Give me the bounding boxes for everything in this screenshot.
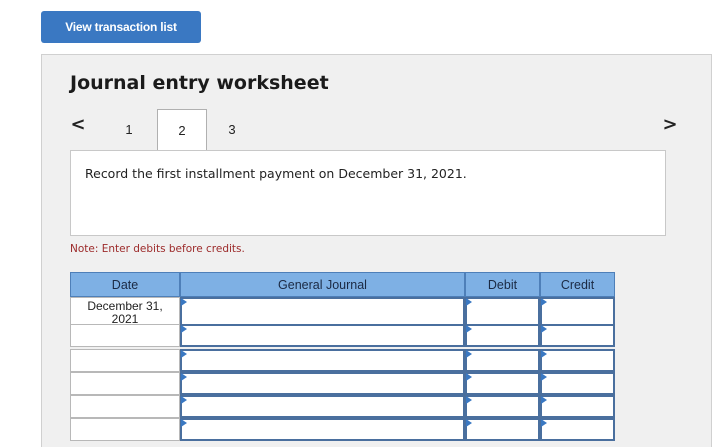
general-journal-input[interactable]	[180, 349, 465, 372]
debit-input[interactable]	[465, 395, 540, 418]
dropdown-marker-icon	[541, 298, 547, 306]
credit-input[interactable]	[540, 297, 615, 327]
worksheet-title: Journal entry worksheet	[70, 72, 329, 94]
tab-1[interactable]: 1	[104, 109, 154, 150]
dropdown-marker-icon	[541, 396, 547, 404]
general-journal-input[interactable]	[180, 372, 465, 395]
date-cell	[70, 324, 180, 347]
debit-input[interactable]	[465, 324, 540, 347]
credit-input[interactable]	[540, 372, 615, 395]
dropdown-marker-icon	[466, 325, 472, 333]
dropdown-marker-icon	[466, 373, 472, 381]
date-cell	[70, 395, 180, 418]
debit-input[interactable]	[465, 349, 540, 372]
credit-input[interactable]	[540, 349, 615, 372]
dropdown-marker-icon	[466, 298, 472, 306]
dropdown-marker-icon	[541, 325, 547, 333]
header-debit: Debit	[465, 272, 540, 297]
dropdown-marker-icon	[466, 350, 472, 358]
chevron-right-icon[interactable]: >	[660, 114, 680, 135]
debit-input[interactable]	[465, 418, 540, 441]
general-journal-input[interactable]	[180, 418, 465, 441]
credit-input[interactable]	[540, 395, 615, 418]
dropdown-marker-icon	[466, 419, 472, 427]
header-general-journal: General Journal	[180, 272, 465, 297]
general-journal-input[interactable]	[180, 297, 465, 327]
dropdown-marker-icon	[181, 350, 187, 358]
dropdown-marker-icon	[181, 419, 187, 427]
debit-input[interactable]	[465, 297, 540, 327]
general-journal-input[interactable]	[180, 324, 465, 347]
credit-input[interactable]	[540, 418, 615, 441]
debit-input[interactable]	[465, 372, 540, 395]
dropdown-marker-icon	[181, 396, 187, 404]
date-cell	[70, 372, 180, 395]
general-journal-input[interactable]	[180, 395, 465, 418]
dropdown-marker-icon	[466, 396, 472, 404]
dropdown-marker-icon	[541, 373, 547, 381]
date-cell	[70, 418, 180, 441]
chevron-left-icon[interactable]: <	[68, 114, 88, 135]
tab-2[interactable]: 2	[157, 109, 207, 151]
tab-3[interactable]: 3	[207, 109, 257, 150]
dropdown-marker-icon	[541, 419, 547, 427]
instruction-box: Record the first installment payment on …	[70, 150, 666, 236]
dropdown-marker-icon	[181, 298, 187, 306]
header-credit: Credit	[540, 272, 615, 297]
date-cell	[70, 349, 180, 372]
credit-input[interactable]	[540, 324, 615, 347]
dropdown-marker-icon	[541, 350, 547, 358]
date-cell: December 31, 2021	[70, 297, 180, 327]
instruction-text: Record the first installment payment on …	[85, 166, 467, 181]
note-text: Note: Enter debits before credits.	[70, 243, 245, 255]
dropdown-marker-icon	[181, 325, 187, 333]
dropdown-marker-icon	[181, 373, 187, 381]
view-transaction-list-button[interactable]: View transaction list	[41, 11, 201, 43]
header-date: Date	[70, 272, 180, 297]
